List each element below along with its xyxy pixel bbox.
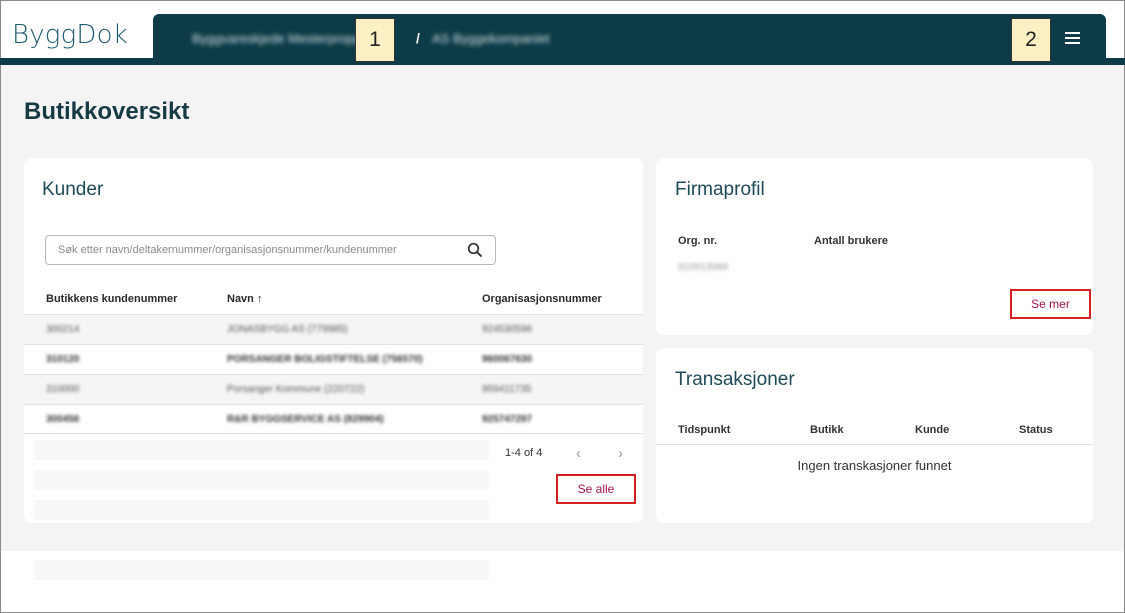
org-nr-value: 910913088 xyxy=(678,262,729,273)
column-header-organisasjonsnummer[interactable]: Organisasjonsnummer xyxy=(482,293,602,305)
cell-kundenummer: 300456 xyxy=(46,414,80,425)
previous-page-chevron-icon[interactable]: ‹ xyxy=(576,445,581,462)
cell-orgnr: 960067630 xyxy=(482,354,533,365)
cell-kundenummer: 300214 xyxy=(46,324,80,335)
pagination-info: 1-4 of 4 xyxy=(505,447,543,459)
customer-search-input[interactable]: Søk etter navn/deltakernummer/organisasj… xyxy=(45,235,496,265)
cell-orgnr: 925747297 xyxy=(482,414,533,425)
firmaprofil-title: Firmaprofil xyxy=(675,179,765,200)
byggdok-logo[interactable]: ByggDok xyxy=(12,20,128,50)
faded-row-artifact xyxy=(34,470,489,490)
kunder-title: Kunder xyxy=(42,179,104,200)
column-header-status[interactable]: Status xyxy=(1019,424,1053,436)
cell-navn: JONASBYGG AS (779985) xyxy=(227,324,348,335)
hamburger-menu-icon[interactable] xyxy=(1065,32,1082,46)
table-divider xyxy=(656,444,1093,445)
cell-kundenummer: 310120 xyxy=(46,354,80,365)
table-row[interactable]: 300456 R&R BYGGSERVICE AS (829904) 92574… xyxy=(24,404,643,434)
column-header-navn[interactable]: Navn ↑ xyxy=(227,293,262,305)
se-mer-button[interactable]: Se mer xyxy=(1010,289,1091,319)
cell-kundenummer: 310000 xyxy=(46,384,80,395)
breadcrumb-chain[interactable]: Byggvareskjede Mesterproppen xyxy=(192,31,376,46)
cell-orgnr: 959411735 xyxy=(482,384,532,395)
faded-row-artifact xyxy=(34,500,489,520)
faded-row-artifact xyxy=(34,560,489,580)
no-transactions-message: Ingen transkasjoner funnet xyxy=(797,458,952,473)
table-row[interactable]: 310000 Porsanger Kommune (220722) 959411… xyxy=(24,374,643,404)
cell-orgnr: 924530596 xyxy=(482,324,533,335)
faded-row-artifact xyxy=(34,440,489,460)
breadcrumb-company[interactable]: AS Byggekompaniet xyxy=(432,31,550,46)
next-page-chevron-icon[interactable]: › xyxy=(618,445,623,462)
column-header-tidspunkt[interactable]: Tidspunkt xyxy=(678,424,730,436)
table-row[interactable]: 310120 PORSANGER BOLIGSTIFTELSE (756570)… xyxy=(24,344,643,374)
table-row[interactable]: 300214 JONASBYGG AS (779985) 924530596 xyxy=(24,314,643,344)
column-header-kunde[interactable]: Kunde xyxy=(915,424,949,436)
callout-marker-2: 2 xyxy=(1011,18,1051,62)
column-header-kundenummer[interactable]: Butikkens kundenummer xyxy=(46,293,177,305)
se-alle-button[interactable]: Se alle xyxy=(556,474,636,504)
column-header-butikk[interactable]: Butikk xyxy=(810,424,844,436)
transaksjoner-title: Transaksjoner xyxy=(675,369,795,390)
callout-marker-1: 1 xyxy=(355,18,395,62)
cell-navn: R&R BYGGSERVICE AS (829904) xyxy=(227,414,384,425)
search-placeholder: Søk etter navn/deltakernummer/organisasj… xyxy=(58,244,397,256)
search-icon[interactable] xyxy=(467,242,483,258)
breadcrumb-separator: / xyxy=(416,30,420,46)
cell-navn: PORSANGER BOLIGSTIFTELSE (756570) xyxy=(227,354,423,365)
org-nr-label: Org. nr. xyxy=(678,235,718,247)
antall-brukere-label: Antall brukere xyxy=(814,235,888,247)
page-title: Butikkoversikt xyxy=(24,98,190,125)
cell-navn: Porsanger Kommune (220722) xyxy=(227,384,365,395)
header-strip xyxy=(0,58,1125,65)
